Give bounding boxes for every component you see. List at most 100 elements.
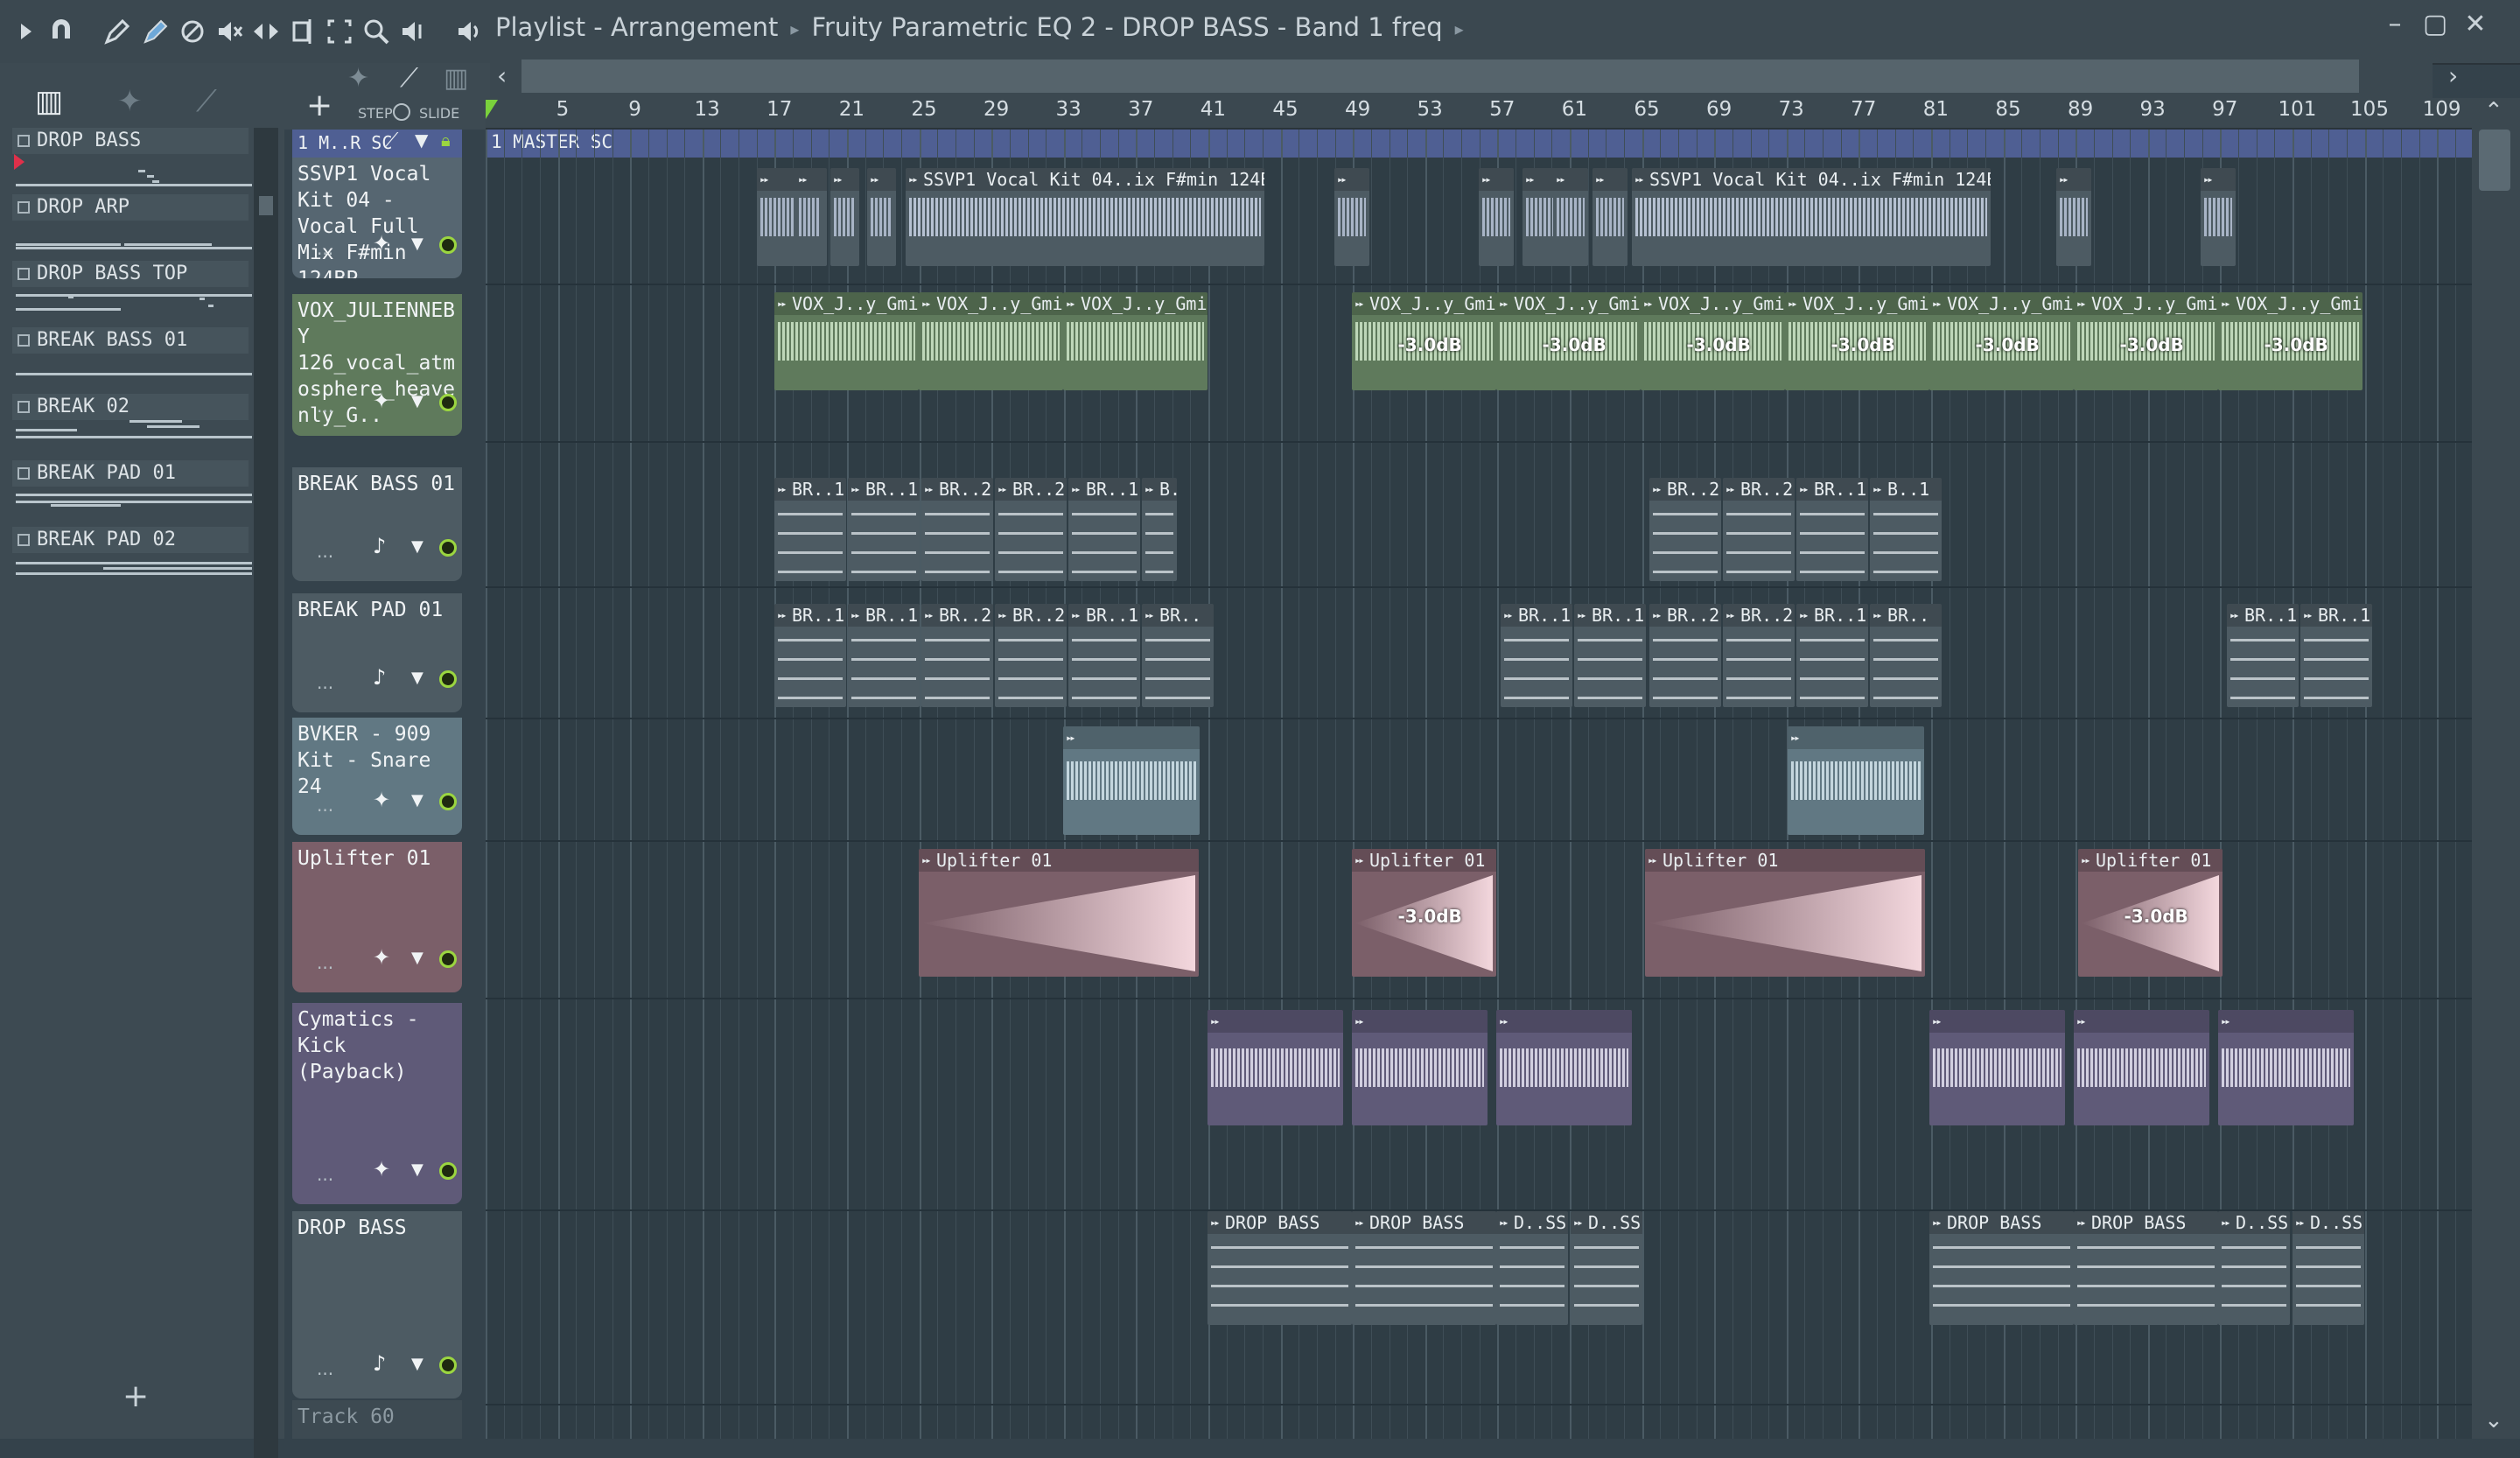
- pattern-header[interactable]: BREAK PAD 01: [12, 460, 248, 487]
- pattern-note-icon[interactable]: ♪: [373, 665, 386, 690]
- playlist-clip[interactable]: SSVP1 Vocal Kit 04..ix F#min 124BPM Wet: [1632, 168, 1991, 266]
- playlist-clip[interactable]: BR..1: [1796, 478, 1868, 581]
- playlist-clip[interactable]: BR..1: [774, 478, 846, 581]
- playlist-clip[interactable]: VOX_J..y_Gmin -3.0dB: [1929, 292, 2074, 390]
- pattern-header[interactable]: DROP ARP: [12, 194, 248, 221]
- playlist-clip[interactable]: VOX_J..y_Gmin -3.0dB: [1496, 292, 1641, 390]
- slip-icon[interactable]: [247, 12, 285, 51]
- playlist-clip[interactable]: [830, 168, 859, 266]
- playlist-clip[interactable]: VOX_J..y_Gmin: [1063, 292, 1208, 390]
- maximize-button[interactable]: ▢: [2415, 9, 2455, 39]
- scroll-down-icon[interactable]: ⌄: [2484, 1407, 2503, 1433]
- track-header[interactable]: BVKER - 909 Kit - Snare 24... ✦ ▼: [292, 718, 462, 835]
- dropdown-icon[interactable]: ▼: [411, 1160, 424, 1179]
- playlist-clip[interactable]: BR..2: [921, 604, 993, 707]
- playlist-clip[interactable]: Uplifter 01 -3.0dB: [1352, 849, 1496, 977]
- scroll-right-icon[interactable]: ›: [2448, 61, 2458, 90]
- dropdown-icon[interactable]: ▼: [411, 1355, 424, 1373]
- playlist-clip[interactable]: [1208, 1010, 1343, 1125]
- audio-clip-icon[interactable]: ✦: [373, 945, 390, 970]
- playlist-clip[interactable]: Uplifter 01: [1645, 849, 1925, 977]
- playlist-clip[interactable]: BR..1: [848, 604, 920, 707]
- breadcrumb-parameter[interactable]: Fruity Parametric EQ 2 - DROP BASS - Ban…: [811, 12, 1442, 42]
- playlist-clip[interactable]: [1522, 168, 1558, 266]
- playlist-clip[interactable]: SSVP1 Vocal Kit 04..ix F#min 124BPM Wet: [906, 168, 1264, 266]
- playlist-clip[interactable]: BR..1: [1068, 478, 1140, 581]
- picker-scroll-handle[interactable]: [259, 196, 273, 215]
- minimize-button[interactable]: –: [2375, 9, 2415, 39]
- pattern-note-icon[interactable]: ♪: [373, 534, 386, 558]
- playlist-clip[interactable]: VOX_J..y_Gmin: [919, 292, 1063, 390]
- audio-clip-icon[interactable]: ✦: [373, 231, 390, 256]
- close-button[interactable]: ✕: [2455, 9, 2496, 39]
- breadcrumb-playlist[interactable]: Playlist - Arrangement: [495, 12, 778, 42]
- playlist-clip[interactable]: [2074, 1010, 2209, 1125]
- track-enable-led[interactable]: [439, 394, 457, 411]
- dropdown-icon[interactable]: ▼: [411, 791, 424, 810]
- playback-icon[interactable]: [394, 12, 432, 51]
- track-name[interactable]: Uplifter 01: [298, 845, 460, 872]
- track-header[interactable]: Uplifter 01... ✦ ▼: [292, 842, 462, 992]
- playlist-clip[interactable]: VOX_J..y_Gmin: [774, 292, 919, 390]
- menu-arrow-icon[interactable]: [7, 12, 46, 51]
- pattern-item[interactable]: BREAK 02: [12, 394, 252, 460]
- track-header[interactable]: SSVP1 Vocal Kit 04 - Vocal Full Mix F#mi…: [292, 158, 462, 278]
- track-enable-led[interactable]: [439, 793, 457, 810]
- playlist-clip[interactable]: BR..: [1870, 604, 1942, 707]
- pattern-item[interactable]: BREAK BASS 01: [12, 327, 252, 394]
- pattern-item[interactable]: DROP BASS TOP: [12, 261, 252, 327]
- track-header[interactable]: VOX_JULIENNEBY 126_vocal_atmosphere_heav…: [292, 294, 462, 436]
- playlist-clip[interactable]: BR..1: [1501, 604, 1572, 707]
- delete-icon[interactable]: [173, 12, 212, 51]
- playlist-clip[interactable]: [867, 168, 896, 266]
- arrangement-overview[interactable]: ‹ ›: [490, 54, 2458, 98]
- playlist-clip[interactable]: Uplifter 01 -3.0dB: [2078, 849, 2222, 977]
- playlist-clip[interactable]: [1929, 1010, 2065, 1125]
- pattern-header[interactable]: BREAK PAD 02: [12, 527, 248, 553]
- pencil-icon[interactable]: [98, 12, 136, 51]
- dropdown-icon[interactable]: ▼: [411, 949, 424, 967]
- playlist-clip[interactable]: BR..2: [1649, 604, 1721, 707]
- audio-clip-icon[interactable]: ✦: [373, 1157, 390, 1181]
- track-enable-led[interactable]: [439, 950, 457, 968]
- scroll-up-icon[interactable]: ⌃: [2484, 98, 2503, 124]
- timeline-ruler[interactable]: 5 9 13 17 21 25 29 33 37 41 45 49 53 57 61 65 69 73 77 81 85…: [486, 98, 2472, 130]
- playlist-clip[interactable]: D..SS: [2218, 1211, 2290, 1325]
- pattern-tool-icon[interactable]: ▥: [444, 63, 468, 94]
- automation-link-icon[interactable]: ⟋: [385, 130, 398, 151]
- playlist-clip[interactable]: VOX_J..y_Gmin -3.0dB: [1641, 292, 1785, 390]
- vertical-scroll-handle[interactable]: [2479, 130, 2510, 191]
- track-options-icon[interactable]: ...: [317, 672, 333, 693]
- dropdown-icon[interactable]: ▼: [411, 537, 424, 556]
- pattern-header[interactable]: BREAK BASS 01: [12, 327, 248, 354]
- select-icon[interactable]: [320, 12, 359, 51]
- track-options-icon[interactable]: ...: [317, 396, 333, 417]
- track-name[interactable]: Cymatics - Kick (Payback): [298, 1006, 460, 1085]
- zoom-icon[interactable]: [357, 12, 396, 51]
- pattern-note-icon[interactable]: ♪: [373, 1351, 386, 1376]
- playlist-clip[interactable]: BR..2: [1649, 478, 1721, 581]
- track-options-icon[interactable]: ...: [317, 1358, 333, 1379]
- pattern-item[interactable]: BREAK PAD 01: [12, 460, 252, 527]
- playlist-clip[interactable]: BR..1: [2300, 604, 2372, 707]
- track-name[interactable]: SSVP1 Vocal Kit 04 - Vocal Full Mix F#mi…: [298, 161, 460, 278]
- playlist-clip[interactable]: Uplifter 01: [919, 849, 1199, 977]
- playlist-clip[interactable]: D..SS: [1571, 1211, 1642, 1325]
- master-track-header[interactable]: 1 M..R SC ⟋ ▼ 🔒︎: [292, 130, 462, 158]
- picker-scrollbar[interactable]: [254, 128, 278, 1458]
- speaker-icon[interactable]: [450, 12, 488, 51]
- playlist-clip[interactable]: [1479, 168, 1514, 266]
- track-name[interactable]: DROP BASS: [298, 1215, 460, 1241]
- playlist-clip[interactable]: D..SS: [1496, 1211, 1568, 1325]
- slice-icon[interactable]: [284, 12, 322, 51]
- track-options-icon[interactable]: ...: [317, 541, 333, 562]
- playlist-clip[interactable]: B..1: [1870, 478, 1942, 581]
- step-toggle[interactable]: [393, 103, 410, 121]
- audio-tab-icon[interactable]: ✦: [117, 84, 161, 128]
- playlist-clip[interactable]: BR..1: [1068, 604, 1140, 707]
- track-name[interactable]: BREAK PAD 01: [298, 597, 460, 623]
- playlist-clip[interactable]: D..SS: [2292, 1211, 2364, 1325]
- playlist-clip[interactable]: DROP BASS: [1929, 1211, 2074, 1325]
- playlist-clip[interactable]: [1063, 726, 1200, 835]
- pattern-header[interactable]: DROP BASS TOP: [12, 261, 248, 287]
